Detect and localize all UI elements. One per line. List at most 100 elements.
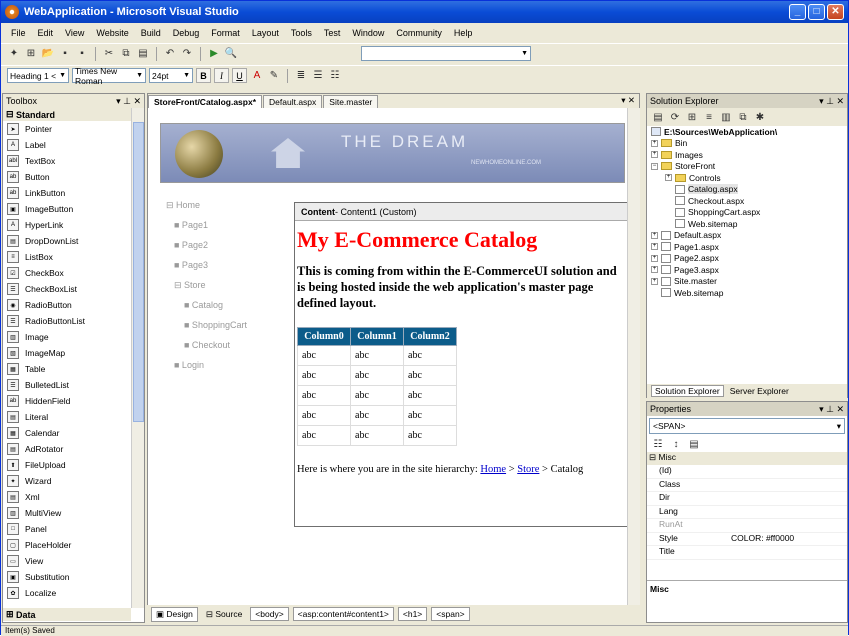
toolbox-item-radiobutton[interactable]: ◉ RadioButton bbox=[3, 297, 144, 313]
tree-node-catalog[interactable]: Catalog.aspx bbox=[651, 184, 847, 196]
tree-node-checkout[interactable]: Checkout.aspx bbox=[651, 195, 847, 207]
italic-button[interactable]: I bbox=[214, 68, 229, 83]
design-surface[interactable]: THE DREAM NEWHOMEONLINE.COM ⊟ Home ■ Pag… bbox=[148, 108, 627, 608]
tree-node-controls[interactable]: + Controls bbox=[651, 172, 847, 184]
start-debug-icon[interactable]: ▶ bbox=[207, 47, 221, 61]
block-format-combo[interactable]: Heading 1 < ▼ bbox=[7, 68, 69, 83]
menu-file[interactable]: File bbox=[5, 28, 32, 38]
property-row[interactable]: (Id) bbox=[647, 465, 847, 479]
font-size-combo[interactable]: 24pt ▼ bbox=[149, 68, 193, 83]
property-row[interactable]: Title bbox=[647, 546, 847, 560]
copy-icon[interactable]: ⧉ bbox=[119, 47, 133, 61]
tree-node-web-sitemap-2[interactable]: Web.sitemap bbox=[651, 287, 847, 299]
toolbox-item-placeholder[interactable]: ▢ PlaceHolder bbox=[3, 537, 144, 553]
tree-node-shoppingcart[interactable]: ShoppingCart.aspx bbox=[651, 207, 847, 219]
content-region[interactable]: Content - Content1 (Custom) My E-Commerc… bbox=[294, 202, 627, 527]
tree-node-page1[interactable]: + Page1.aspx bbox=[651, 241, 847, 253]
toolbox-item-dropdownlist[interactable]: ▤ DropDownList bbox=[3, 233, 144, 249]
save-all-icon[interactable]: ▪ bbox=[75, 47, 89, 61]
tree-node-web-sitemap-1[interactable]: Web.sitemap bbox=[651, 218, 847, 230]
toolbox-item-table[interactable]: ▦ Table bbox=[3, 361, 144, 377]
menu-community[interactable]: Community bbox=[390, 28, 448, 38]
toolbox-section-data[interactable]: ⊞ Data bbox=[3, 608, 131, 621]
tree-node-page3[interactable]: + Page3.aspx bbox=[651, 264, 847, 276]
menu-debug[interactable]: Debug bbox=[167, 28, 206, 38]
toolbox-item-panel[interactable]: □ Panel bbox=[3, 521, 144, 537]
toolbox-item-checkboxlist[interactable]: ☰ CheckBoxList bbox=[3, 281, 144, 297]
bullets-icon[interactable]: ☰ bbox=[311, 69, 325, 83]
tag-content[interactable]: <asp:content#content1> bbox=[292, 607, 394, 621]
property-row[interactable]: Class bbox=[647, 479, 847, 492]
toolbox-item-xml[interactable]: ▤ Xml bbox=[3, 489, 144, 505]
intro-paragraph[interactable]: This is coming from within the E-Commerc… bbox=[297, 263, 617, 311]
font-name-combo[interactable]: Times New Roman ▼ bbox=[72, 66, 146, 86]
property-row[interactable]: RunAt bbox=[647, 519, 847, 533]
categorized-icon[interactable]: ☷ bbox=[651, 437, 665, 451]
toolbox-item-textbox[interactable]: abl TextBox bbox=[3, 153, 144, 169]
toolbox-item-checkbox[interactable]: ☑ CheckBox bbox=[3, 265, 144, 281]
toolbox-item-linkbutton[interactable]: ab LinkButton bbox=[3, 185, 144, 201]
tree-node-page2[interactable]: + Page2.aspx bbox=[651, 253, 847, 265]
open-icon[interactable]: 📂 bbox=[41, 47, 55, 61]
toolbox-item-substitution[interactable]: ▣ Substitution bbox=[3, 569, 144, 585]
tab-default[interactable]: Default.aspx bbox=[263, 95, 323, 108]
data-grid[interactable]: Column0 Column1 Column2 abc abc abc abc abc a… bbox=[297, 327, 457, 446]
configure-icon[interactable]: ✱ bbox=[753, 110, 767, 124]
toolbox-item-radiobuttonlist[interactable]: ☰ RadioButtonList bbox=[3, 313, 144, 329]
toolbox-item-button[interactable]: ab Button bbox=[3, 169, 144, 185]
maximize-button[interactable]: □ bbox=[808, 4, 825, 20]
design-view-button[interactable]: ▣ Design bbox=[151, 606, 198, 622]
toolbox-item-hyperlink[interactable]: A HyperLink bbox=[3, 217, 144, 233]
add-item-icon[interactable]: ⊞ bbox=[24, 47, 38, 61]
toolbox-section-standard[interactable]: ⊟ Standard bbox=[3, 108, 144, 121]
toolbox-pin-icon[interactable]: ▾ ⊥ ✕ bbox=[116, 96, 141, 107]
refresh-icon[interactable]: ⟳ bbox=[668, 110, 682, 124]
toolbox-item-localize[interactable]: ✿ Localize bbox=[3, 585, 144, 601]
menu-build[interactable]: Build bbox=[135, 28, 167, 38]
find-icon[interactable]: 🔍 bbox=[224, 47, 238, 61]
alphabetical-icon[interactable]: ↕ bbox=[669, 437, 683, 451]
toolbox-item-bulletedlist[interactable]: ☰ BulletedList bbox=[3, 377, 144, 393]
menu-website[interactable]: Website bbox=[90, 28, 134, 38]
tree-node-site-master[interactable]: + Site.master bbox=[651, 276, 847, 288]
cut-icon[interactable]: ✂ bbox=[102, 47, 116, 61]
tree-node-default[interactable]: + Default.aspx bbox=[651, 230, 847, 242]
editor-vscroll[interactable] bbox=[627, 108, 640, 622]
menu-test[interactable]: Test bbox=[318, 28, 347, 38]
property-row[interactable]: Lang bbox=[647, 506, 847, 519]
menu-format[interactable]: Format bbox=[205, 28, 246, 38]
new-project-icon[interactable]: ✦ bbox=[7, 47, 21, 61]
toolbox-item-fileupload[interactable]: ⬆ FileUpload bbox=[3, 457, 144, 473]
paste-icon[interactable]: ▤ bbox=[136, 47, 150, 61]
underline-button[interactable]: U bbox=[232, 68, 247, 83]
property-row[interactable]: Dir bbox=[647, 492, 847, 506]
toolbox-item-imagemap[interactable]: ▧ ImageMap bbox=[3, 345, 144, 361]
view-designer-icon[interactable]: ▥ bbox=[719, 110, 733, 124]
tree-node-storefront[interactable]: − StoreFront bbox=[651, 161, 847, 173]
toolbox-item-view[interactable]: ▭ View bbox=[3, 553, 144, 569]
close-tab-icon[interactable]: ▾ ✕ bbox=[621, 95, 635, 106]
minimize-button[interactable]: _ bbox=[789, 4, 806, 20]
nest-icon[interactable]: ⊞ bbox=[685, 110, 699, 124]
toolbox-item-hiddenfield[interactable]: ab HiddenField bbox=[3, 393, 144, 409]
toolbox-item-calendar[interactable]: ▦ Calendar bbox=[3, 425, 144, 441]
toolbox-item-multiview[interactable]: ▥ MultiView bbox=[3, 505, 144, 521]
tag-h1[interactable]: <h1> bbox=[397, 607, 428, 621]
tree-root[interactable]: E:\Sources\WebApplication\ bbox=[651, 126, 847, 138]
align-icon[interactable]: ≣ bbox=[294, 69, 308, 83]
catalog-heading[interactable]: My E-Commerce Catalog bbox=[297, 227, 627, 253]
source-view-button[interactable]: ⊟ Source bbox=[201, 607, 247, 621]
menu-layout[interactable]: Layout bbox=[246, 28, 285, 38]
toolbox-scrollbar[interactable] bbox=[131, 108, 144, 608]
menu-view[interactable]: View bbox=[59, 28, 90, 38]
toolbox-item-imagebutton[interactable]: ▣ ImageButton bbox=[3, 201, 144, 217]
toolbox-item-literal[interactable]: ▤ Literal bbox=[3, 409, 144, 425]
redo-icon[interactable]: ↷ bbox=[180, 47, 194, 61]
tree-node-images[interactable]: + Images bbox=[651, 149, 847, 161]
pin-icon[interactable]: ▾ ⊥ ✕ bbox=[819, 404, 844, 415]
tab-site-master[interactable]: Site.master bbox=[323, 95, 379, 108]
menu-help[interactable]: Help bbox=[448, 28, 479, 38]
pin-icon[interactable]: ▾ ⊥ ✕ bbox=[819, 96, 844, 107]
tab-solution-explorer[interactable]: Solution Explorer bbox=[651, 385, 724, 397]
property-pages-icon[interactable]: ▤ bbox=[687, 437, 701, 451]
